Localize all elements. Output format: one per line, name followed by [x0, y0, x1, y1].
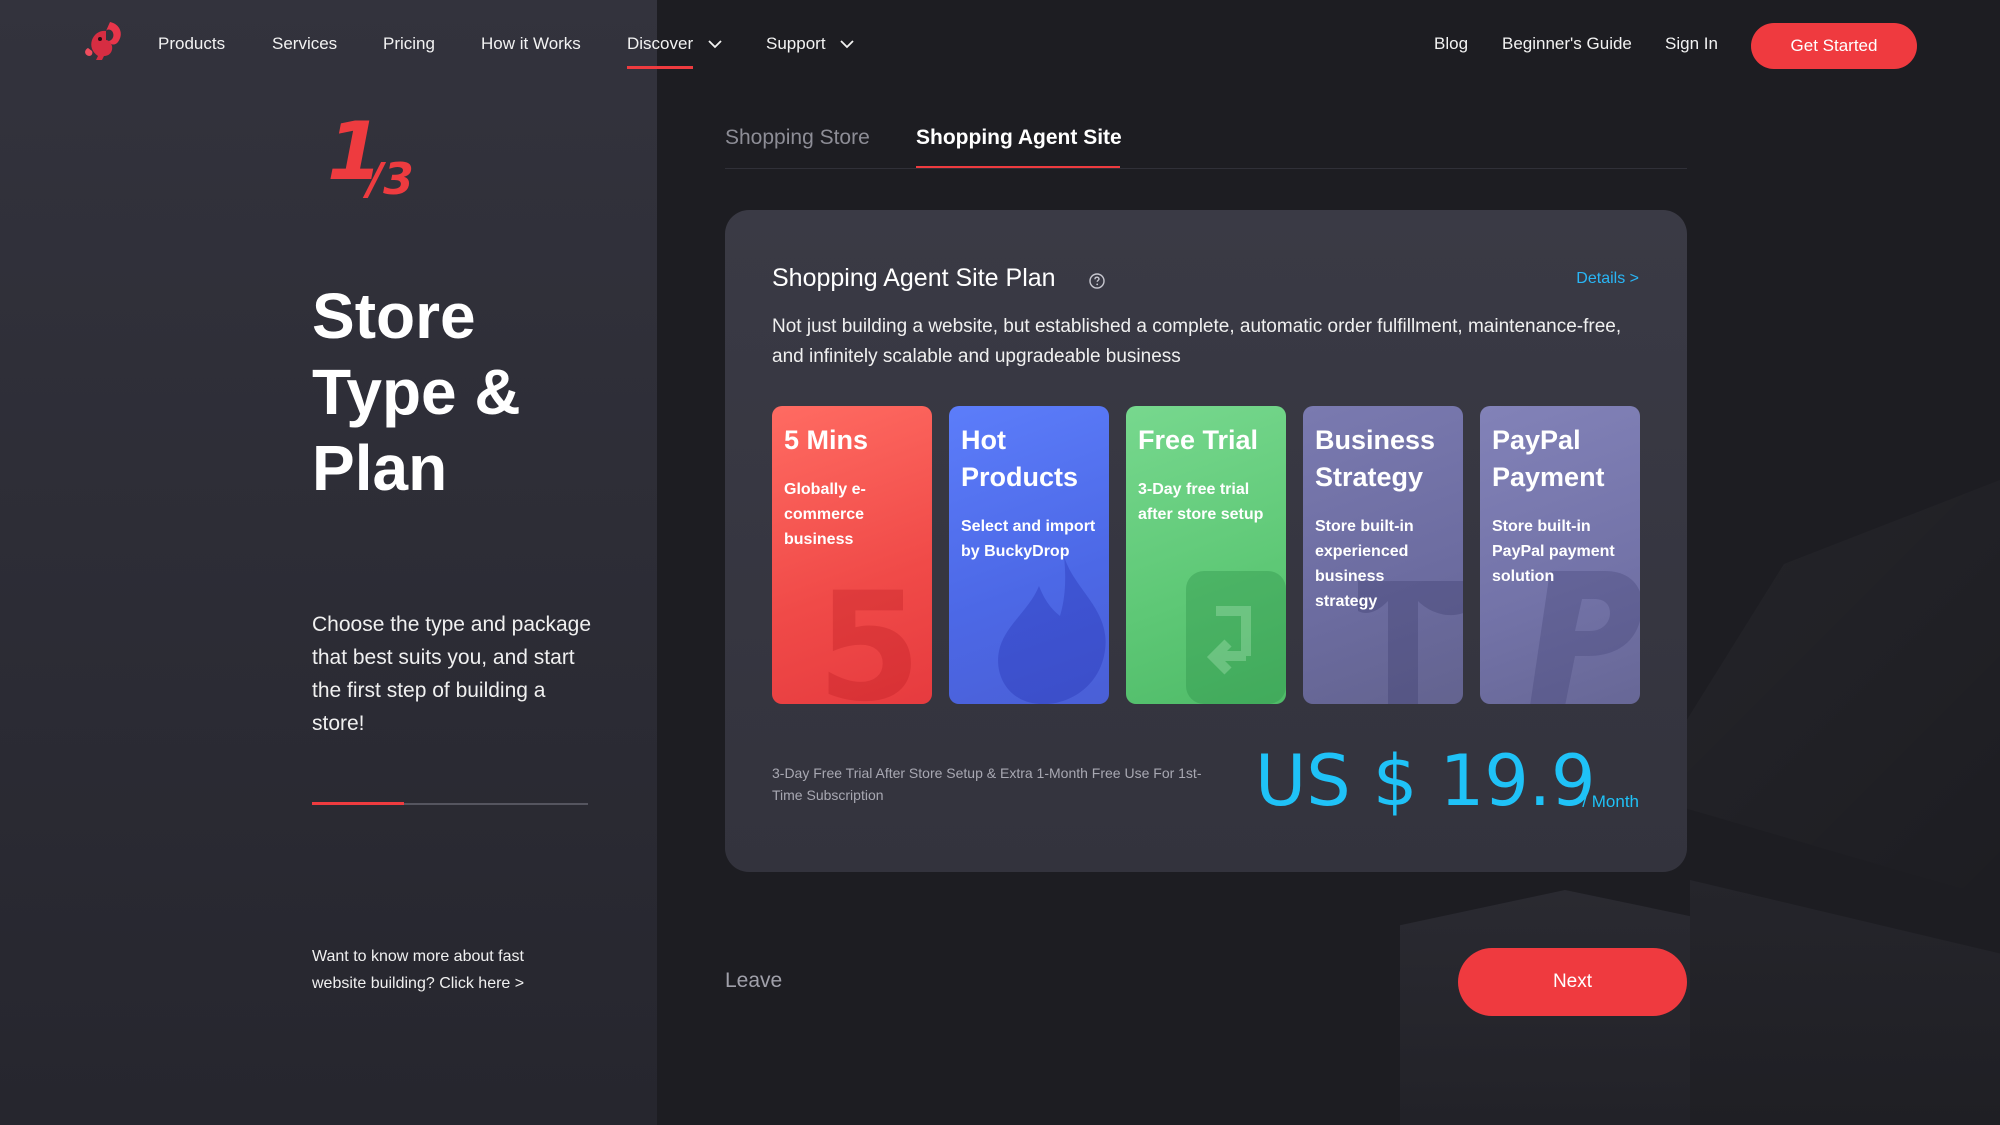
- step-progress-fill: [312, 802, 404, 805]
- step-indicator: 1 /3: [327, 112, 414, 206]
- nav-sign-in[interactable]: Sign In: [1665, 34, 1718, 54]
- feature-title: 5 Mins: [784, 425, 869, 455]
- feature-card-paypal-payment: PayPal Payment Store built-in PayPal pay…: [1480, 406, 1640, 704]
- plan-description: Not just building a website, but establi…: [772, 316, 1622, 367]
- plan-price: US $ 19.9: [1255, 740, 1596, 822]
- nav-support-label: Support: [766, 34, 826, 53]
- feature-title: Business Strategy: [1315, 425, 1436, 492]
- nav-discover[interactable]: Discover: [627, 34, 722, 54]
- nav-services[interactable]: Services: [272, 34, 337, 54]
- feature-description: Store built-in PayPal payment solution: [1492, 518, 1615, 585]
- nav-pricing[interactable]: Pricing: [383, 34, 435, 54]
- chevron-down-icon: [840, 40, 854, 49]
- feature-description: Select and import by BuckyDrop: [961, 518, 1096, 560]
- feature-card-business-strategy: Business Strategy Store built-in experie…: [1303, 406, 1463, 704]
- feature-description: 3-Day free trial after store setup: [1138, 481, 1264, 523]
- feature-description: Globally e-commerce business: [784, 481, 866, 548]
- nav-support[interactable]: Support: [766, 34, 854, 54]
- page-title: Store Type & Plan: [312, 280, 521, 504]
- feature-card-free-trial: Free Trial 3-Day free trial after store …: [1126, 406, 1286, 704]
- feature-cards: 5 5 Mins Globally e-commerce business Ho…: [772, 406, 1640, 704]
- nav-products[interactable]: Products: [158, 34, 225, 54]
- chevron-down-icon: [708, 40, 722, 49]
- background-decoration: [1690, 880, 2000, 1125]
- nav-how-it-works[interactable]: How it Works: [481, 34, 581, 54]
- paypal-watermark-icon: [1530, 571, 1640, 704]
- svg-text:5: 5: [817, 581, 921, 704]
- leave-button[interactable]: Leave: [725, 969, 782, 993]
- nav-blog[interactable]: Blog: [1434, 34, 1468, 54]
- get-started-button[interactable]: Get Started: [1751, 23, 1917, 69]
- plan-title: Shopping Agent Site Plan: [772, 264, 1056, 292]
- trial-note: 3-Day Free Trial After Store Setup & Ext…: [772, 765, 1202, 803]
- top-nav: Products Services Pricing How it Works D…: [0, 0, 2000, 90]
- flame-watermark-icon: [998, 556, 1106, 704]
- gift-watermark-icon: [1186, 571, 1286, 704]
- next-button[interactable]: Next: [1458, 948, 1687, 1016]
- squirrel-logo-icon[interactable]: [80, 18, 126, 64]
- feature-description: Store built-in experienced business stra…: [1315, 518, 1414, 610]
- feature-title: Hot Products: [961, 425, 1079, 492]
- step-total: /3: [367, 154, 414, 205]
- details-link[interactable]: Details >: [1576, 270, 1639, 288]
- plan-card: Shopping Agent Site Plan Details > Not j…: [725, 210, 1687, 872]
- five-watermark-icon: 5: [817, 581, 921, 704]
- feature-card-5-mins: 5 5 Mins Globally e-commerce business: [772, 406, 932, 704]
- step-progress-bar: [312, 802, 588, 805]
- tab-active-underline: [916, 166, 1120, 168]
- store-type-tabs: Shopping Store Shopping Agent Site: [725, 124, 1687, 169]
- help-icon[interactable]: [1089, 273, 1105, 289]
- nav-beginners-guide[interactable]: Beginner's Guide: [1502, 34, 1632, 54]
- page-description: Choose the type and package that best su…: [312, 613, 592, 735]
- background-decoration: [1640, 480, 2000, 900]
- tab-shopping-store[interactable]: Shopping Store: [725, 126, 870, 150]
- learn-more-link[interactable]: Want to know more about fast website bui…: [312, 943, 572, 997]
- nav-discover-label: Discover: [627, 34, 694, 53]
- price-unit: / Month: [1582, 792, 1639, 811]
- feature-title: Free Trial: [1138, 425, 1259, 455]
- feature-card-hot-products: Hot Products Select and import by BuckyD…: [949, 406, 1109, 704]
- nav-active-underline: [627, 66, 693, 69]
- feature-title: PayPal Payment: [1492, 425, 1605, 492]
- tab-shopping-agent-site[interactable]: Shopping Agent Site: [916, 126, 1122, 150]
